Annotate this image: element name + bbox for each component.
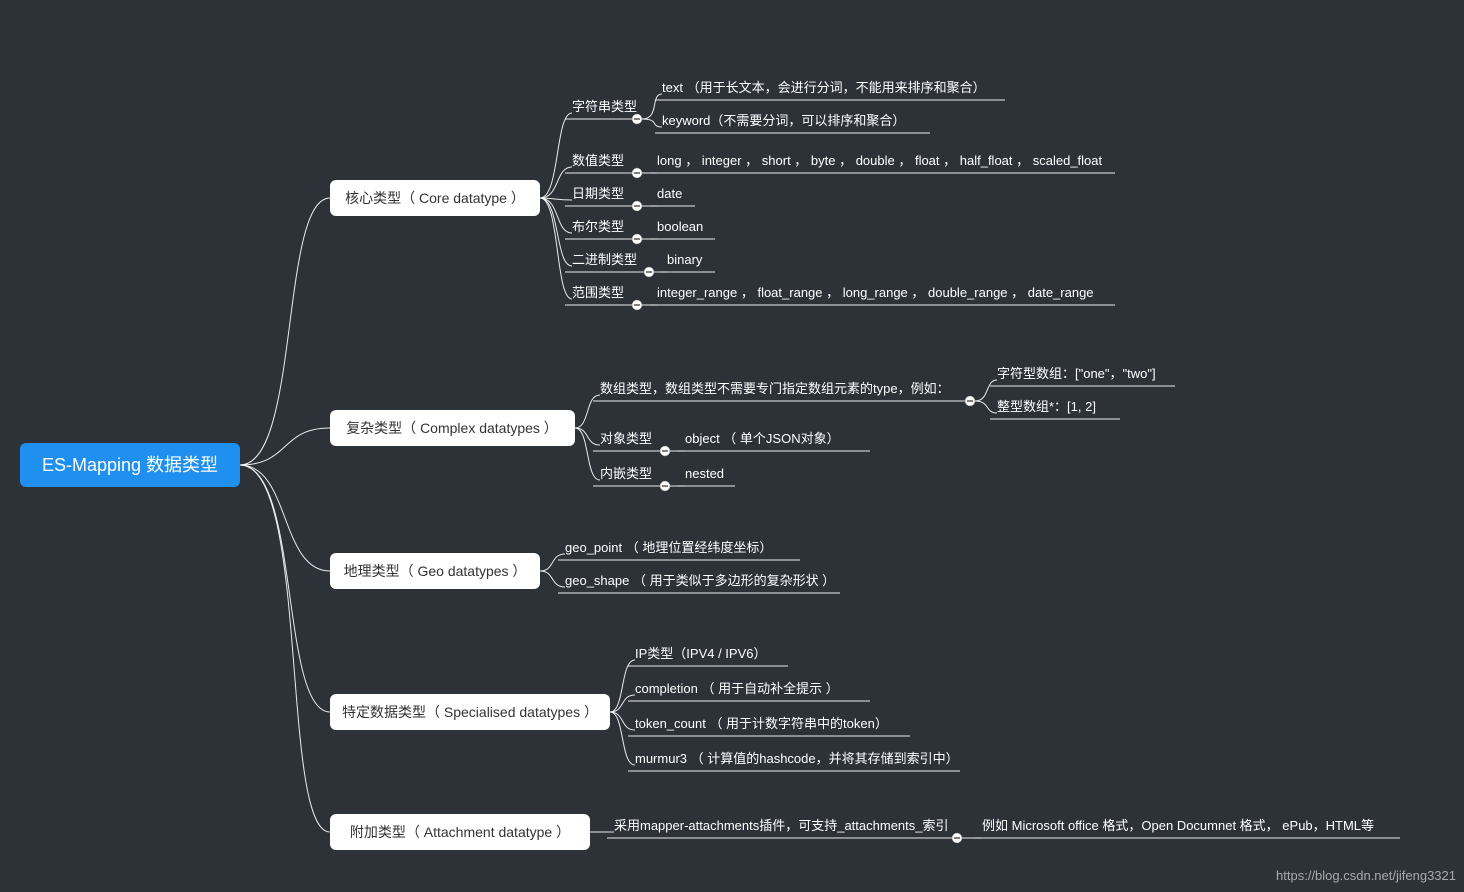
core-string[interactable]: 字符串类型 [565, 99, 642, 124]
complex-object-value-node[interactable]: object （ 单个JSON对象） [678, 431, 870, 451]
complex-nested-value-node[interactable]: nested [678, 466, 735, 486]
core-string-keyword-node[interactable]: keyword（不需要分词，可以排序和聚合） [655, 113, 930, 133]
geo-shape-node[interactable]: geo_shape （ 用于类似于多边形的复杂形状 ） [558, 573, 840, 593]
branch-geo[interactable]: 地理类型（ Geo datatypes ） [330, 553, 540, 589]
core-string-label: 字符串类型 [572, 99, 637, 114]
spec-token-count-node[interactable]: token_count （ 用于计数字符串中的token） [628, 716, 910, 736]
branch-attachment[interactable]: 附加类型（ Attachment datatype ） [330, 814, 590, 850]
spec-murmur3: murmur3 （ 计算值的hashcode，并将其存储到索引中） [635, 751, 959, 766]
core-range-label: 范围类型 [572, 285, 624, 300]
branch-specialised[interactable]: 特定数据类型（ Specialised datatypes ） [330, 694, 610, 730]
core-string-text-node[interactable]: text （用于长文本，会进行分词，不能用来排序和聚合） [655, 80, 1005, 100]
core-string-keyword: keyword（不需要分词，可以排序和聚合） [662, 113, 905, 128]
complex-array[interactable]: 数组类型，数组类型不需要专门指定数组元素的type，例如： [593, 381, 975, 406]
core-boolean-value-node[interactable]: boolean [650, 219, 715, 239]
complex-object[interactable]: 对象类型 [593, 431, 670, 456]
attachment-example: 例如 Microsoft office 格式，Open Documnet 格式，… [982, 818, 1374, 833]
core-numeric-value-node[interactable]: long ， integer ， short ， byte ， double ，… [650, 153, 1115, 173]
core-numeric-value: long ， integer ， short ， byte ， double ，… [657, 153, 1103, 168]
geo-point: geo_point （ 地理位置经纬度坐标） [565, 540, 772, 555]
branch-specialised-label: 特定数据类型（ Specialised datatypes ） [342, 704, 598, 720]
branch-geo-label: 地理类型（ Geo datatypes ） [344, 563, 527, 579]
complex-nested-value: nested [685, 466, 724, 481]
core-range-value: integer_range ， float_range ， long_range… [657, 285, 1094, 300]
core-boolean-label: 布尔类型 [572, 219, 624, 234]
complex-array-string-node[interactable]: 字符型数组：["one"，"two"] [990, 366, 1175, 386]
complex-nested[interactable]: 内嵌类型 [593, 466, 670, 491]
core-string-text: text （用于长文本，会进行分词，不能用来排序和聚合） [662, 80, 986, 95]
complex-array-label: 数组类型，数组类型不需要专门指定数组元素的type，例如： [600, 381, 950, 396]
spec-token-count: token_count （ 用于计数字符串中的token） [635, 716, 888, 731]
complex-object-value: object （ 单个JSON对象） [685, 431, 840, 446]
core-date[interactable]: 日期类型 [565, 186, 642, 211]
root-node[interactable]: ES-Mapping 数据类型 [20, 443, 240, 487]
attachment-example-node[interactable]: 例如 Microsoft office 格式，Open Documnet 格式，… [975, 818, 1400, 838]
branch-complex[interactable]: 复杂类型（ Complex datatypes ） [330, 410, 575, 446]
complex-object-label: 对象类型 [600, 431, 652, 446]
core-boolean[interactable]: 布尔类型 [565, 219, 642, 244]
attachment-plugin-node[interactable]: 采用mapper-attachments插件，可支持_attachments_索… [607, 818, 962, 843]
watermark: https://blog.csdn.net/jifeng3321 [1276, 868, 1456, 883]
core-range[interactable]: 范围类型 [565, 285, 642, 310]
spec-ip: IP类型（IPV4 / IPV6） [635, 646, 767, 661]
core-date-label: 日期类型 [572, 186, 624, 201]
core-numeric[interactable]: 数值类型 [565, 153, 642, 178]
core-binary-value-node[interactable]: binary [660, 252, 715, 272]
geo-shape: geo_shape （ 用于类似于多边形的复杂形状 ） [565, 573, 835, 588]
complex-nested-label: 内嵌类型 [600, 466, 652, 481]
geo-point-node[interactable]: geo_point （ 地理位置经纬度坐标） [558, 540, 800, 560]
core-numeric-label: 数值类型 [572, 153, 624, 168]
attachment-plugin: 采用mapper-attachments插件，可支持_attachments_索… [614, 818, 949, 833]
core-date-value: date [657, 186, 682, 201]
core-binary-label: 二进制类型 [572, 252, 637, 267]
core-date-value-node[interactable]: date [650, 186, 695, 206]
root-label: ES-Mapping 数据类型 [42, 455, 218, 475]
branch-complex-label: 复杂类型（ Complex datatypes ） [346, 420, 558, 436]
spec-completion: completion （ 用于自动补全提示 ） [635, 681, 839, 696]
complex-array-string: 字符型数组：["one"，"two"] [997, 366, 1156, 381]
complex-array-int: 整型数组*：[1, 2] [997, 399, 1096, 414]
spec-murmur3-node[interactable]: murmur3 （ 计算值的hashcode，并将其存储到索引中） [628, 751, 960, 771]
spec-completion-node[interactable]: completion （ 用于自动补全提示 ） [628, 681, 870, 701]
spec-ip-node[interactable]: IP类型（IPV4 / IPV6） [628, 646, 788, 666]
branch-core[interactable]: 核心类型（ Core datatype ） [330, 180, 540, 216]
branch-attachment-label: 附加类型（ Attachment datatype ） [350, 824, 570, 840]
branch-core-label: 核心类型（ Core datatype ） [345, 190, 525, 206]
core-binary[interactable]: 二进制类型 [565, 252, 654, 277]
complex-array-int-node[interactable]: 整型数组*：[1, 2] [990, 399, 1120, 419]
core-range-value-node[interactable]: integer_range ， float_range ， long_range… [650, 285, 1115, 305]
core-boolean-value: boolean [657, 219, 703, 234]
core-binary-value: binary [667, 252, 703, 267]
